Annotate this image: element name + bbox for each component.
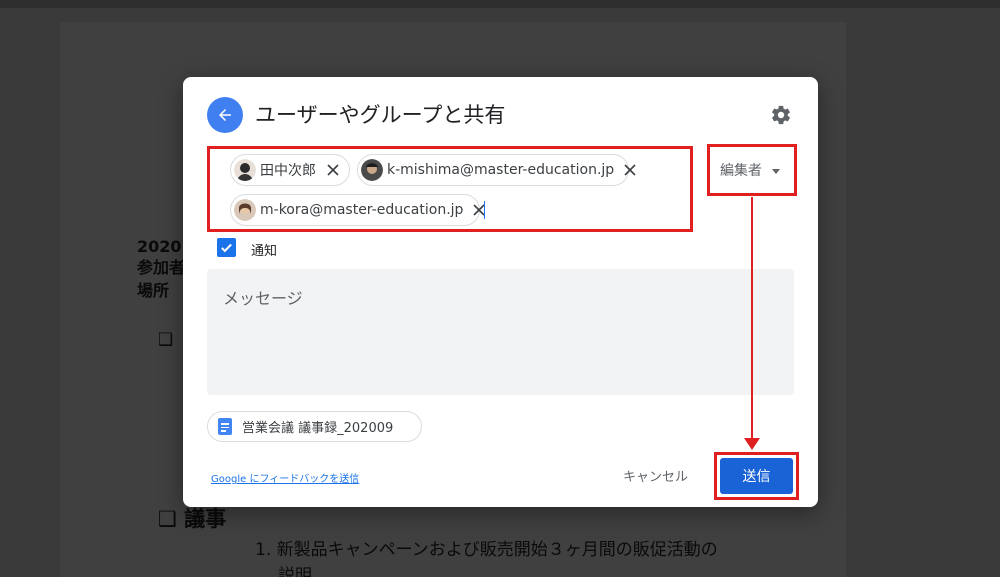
remove-icon[interactable]	[326, 163, 340, 177]
send-highlight: 送信	[714, 452, 799, 500]
doc-box-marker: ❑	[158, 330, 174, 350]
settings-button[interactable]	[769, 103, 793, 127]
chip-label: m-kora@master-education.jp	[260, 202, 464, 218]
share-dialog: ユーザーやグループと共有 田中次郎 k-mishima@master-educa…	[183, 77, 818, 507]
role-dropdown[interactable]: 編集者	[707, 144, 797, 196]
file-chip[interactable]: 営業会議 議事録_202009	[207, 411, 422, 442]
recipient-chip[interactable]: m-kora@master-education.jp	[230, 194, 485, 226]
check-icon	[221, 243, 232, 253]
file-name: 営業会議 議事録_202009	[242, 421, 394, 436]
gear-icon	[772, 105, 790, 125]
doc-agenda-heading: ❑ 議事	[158, 507, 227, 531]
text-caret	[484, 201, 485, 219]
arrow-left-icon	[219, 109, 231, 121]
message-placeholder: メッセージ	[223, 289, 303, 308]
doc-attendees-label: 参加者	[137, 258, 186, 277]
remove-icon[interactable]	[624, 163, 636, 177]
notify-checkbox[interactable]	[217, 238, 236, 257]
annotation-arrow-head	[744, 438, 760, 450]
doc-agenda-item-cont: 説明	[278, 566, 312, 577]
send-button[interactable]: 送信	[720, 458, 793, 494]
chip-label: 田中次郎	[260, 163, 316, 179]
role-label: 編集者	[720, 163, 762, 179]
message-input[interactable]: メッセージ	[207, 269, 794, 395]
recipients-field[interactable]: 田中次郎 k-mishima@master-education.jp m-kor…	[207, 146, 693, 232]
avatar	[234, 199, 256, 221]
avatar	[361, 159, 383, 181]
feedback-link[interactable]: Google にフィードバックを送信	[211, 470, 359, 485]
annotation-arrow-line	[751, 197, 753, 444]
docs-file-icon	[218, 418, 232, 435]
dialog-title: ユーザーやグループと共有	[255, 103, 506, 127]
chip-label: k-mishima@master-education.jp	[387, 162, 615, 178]
doc-place-label: 場所	[137, 281, 170, 300]
doc-year: 2020	[137, 237, 182, 256]
chevron-down-icon	[772, 169, 780, 174]
recipient-chip[interactable]: k-mishima@master-education.jp	[357, 154, 636, 186]
top-strip	[0, 0, 1000, 8]
back-button[interactable]	[207, 97, 243, 133]
notify-label: 通知	[251, 244, 278, 259]
recipient-chip[interactable]: 田中次郎	[230, 154, 350, 186]
avatar	[234, 159, 256, 181]
doc-agenda-item: 1. 新製品キャンペーンおよび販売開始３ヶ月間の販促活動の	[255, 540, 718, 560]
cancel-button[interactable]: キャンセル	[623, 466, 688, 485]
